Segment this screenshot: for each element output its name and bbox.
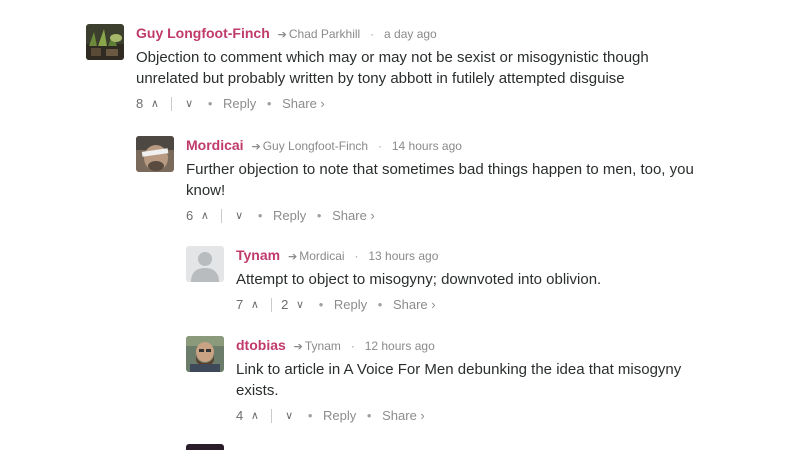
- author-name[interactable]: Guy Longfoot-Finch: [136, 25, 270, 41]
- comment-text-line: Attempt to object to misogyny; downvoted…: [236, 271, 602, 288]
- parent-author[interactable]: ➔ Tynam: [294, 339, 341, 353]
- avatar-image-bearded-man: [186, 336, 224, 372]
- upvote-count: 8: [136, 95, 144, 111]
- avatar[interactable]: [186, 246, 224, 282]
- parent-author[interactable]: ➔ Mordicai: [288, 249, 345, 263]
- reply-button[interactable]: Reply: [323, 407, 356, 425]
- chevron-down-icon[interactable]: ∨: [185, 95, 193, 113]
- comment-footer: 4 ∧ ∨ • Reply • Share ›: [236, 406, 756, 425]
- chevron-up-icon[interactable]: ∧: [151, 95, 159, 113]
- separator-dot: •: [257, 207, 263, 223]
- reply-arrow-icon: ➔: [277, 29, 287, 41]
- avatar[interactable]: [186, 336, 224, 372]
- share-button[interactable]: Share ›: [382, 407, 425, 425]
- reply-arrow-icon: ➔: [293, 341, 303, 353]
- comment-footer: 8 ∧ ∨ • Reply • Share ›: [136, 94, 736, 113]
- reply-button[interactable]: Reply: [273, 207, 306, 225]
- chevron-up-icon[interactable]: ∧: [201, 207, 209, 225]
- chevron-down-icon[interactable]: ∨: [285, 407, 293, 425]
- separator-dot: •: [307, 407, 313, 423]
- share-button[interactable]: Share ›: [393, 296, 436, 314]
- timestamp[interactable]: 14 hours ago: [392, 139, 462, 153]
- comment-text-line: exists.: [236, 382, 279, 399]
- chevron-down-icon[interactable]: ∨: [296, 296, 304, 314]
- parent-author[interactable]: ➔ Guy Longfoot-Finch: [251, 139, 368, 153]
- separator-dot: •: [318, 296, 324, 312]
- chevron-up-icon[interactable]: ∧: [251, 296, 259, 314]
- separator-dot: •: [207, 95, 213, 111]
- vote-divider: [220, 208, 222, 223]
- avatar[interactable]: [136, 136, 174, 172]
- parent-author-name[interactable]: Tynam: [305, 339, 341, 353]
- avatar[interactable]: [86, 24, 124, 60]
- timestamp[interactable]: 13 hours ago: [368, 249, 438, 263]
- chevron-down-icon[interactable]: ∨: [235, 207, 243, 225]
- parent-author-name[interactable]: Guy Longfoot-Finch: [263, 139, 368, 153]
- parent-author[interactable]: ➔ Chad Parkhill: [278, 27, 361, 41]
- comment-text-line: Objection to comment which may or may no…: [136, 49, 649, 66]
- author-name[interactable]: dtobias: [236, 337, 286, 353]
- comment-text: Objection to comment which may or may no…: [136, 47, 736, 89]
- separator-dot: ·: [354, 249, 359, 263]
- vote-divider: [170, 96, 172, 111]
- comment-text: Attempt to object to misogyny; downvoted…: [236, 269, 756, 290]
- share-button[interactable]: Share ›: [332, 207, 375, 225]
- default-avatar-icon: [186, 246, 224, 282]
- comment-footer: 6 ∧ ∨ • Reply • Share ›: [186, 206, 746, 225]
- upvote-count: 6: [186, 207, 194, 223]
- separator-dot: ·: [370, 27, 375, 41]
- reply-button[interactable]: Reply: [334, 296, 367, 314]
- separator-dot: ·: [350, 339, 355, 353]
- reply-arrow-icon: ➔: [251, 141, 261, 153]
- separator-dot: •: [266, 95, 272, 111]
- vote-divider: [270, 408, 272, 423]
- separator-dot: •: [377, 296, 383, 312]
- author-name[interactable]: Tynam: [236, 247, 280, 263]
- vote-divider: [270, 297, 272, 312]
- avatar-image-plants: [86, 24, 124, 60]
- share-button[interactable]: Share ›: [282, 95, 325, 113]
- separator-dot: •: [316, 207, 322, 223]
- downvote-count: 2: [281, 296, 289, 312]
- comment-text-line: Further objection to note that sometimes…: [186, 161, 694, 178]
- timestamp[interactable]: a day ago: [384, 27, 437, 41]
- comment-footer: 7 ∧ 2 ∨ • Reply • Share ›: [236, 295, 756, 314]
- comment-text-line: unrelated but probably written by tony a…: [136, 70, 625, 87]
- separator-dot: •: [366, 407, 372, 423]
- chevron-up-icon[interactable]: ∧: [251, 407, 259, 425]
- parent-author-name[interactable]: Mordicai: [299, 249, 344, 263]
- separator-dot: ·: [377, 139, 382, 153]
- upvote-count: 7: [236, 296, 244, 312]
- timestamp[interactable]: 12 hours ago: [365, 339, 435, 353]
- reply-arrow-icon: ➔: [287, 251, 298, 263]
- avatar-image-face: [136, 136, 174, 172]
- comment-text: Link to article in A Voice For Men debun…: [236, 359, 756, 401]
- comment-text-line: Link to article in A Voice For Men debun…: [236, 361, 682, 378]
- author-name[interactable]: Mordicai: [186, 137, 244, 153]
- parent-author-name[interactable]: Chad Parkhill: [289, 27, 360, 41]
- upvote-count: 4: [236, 407, 244, 423]
- reply-button[interactable]: Reply: [223, 95, 256, 113]
- avatar[interactable]: [186, 444, 224, 450]
- comment-text: Further objection to note that sometimes…: [186, 159, 746, 201]
- comment-text-line: know!: [186, 182, 226, 199]
